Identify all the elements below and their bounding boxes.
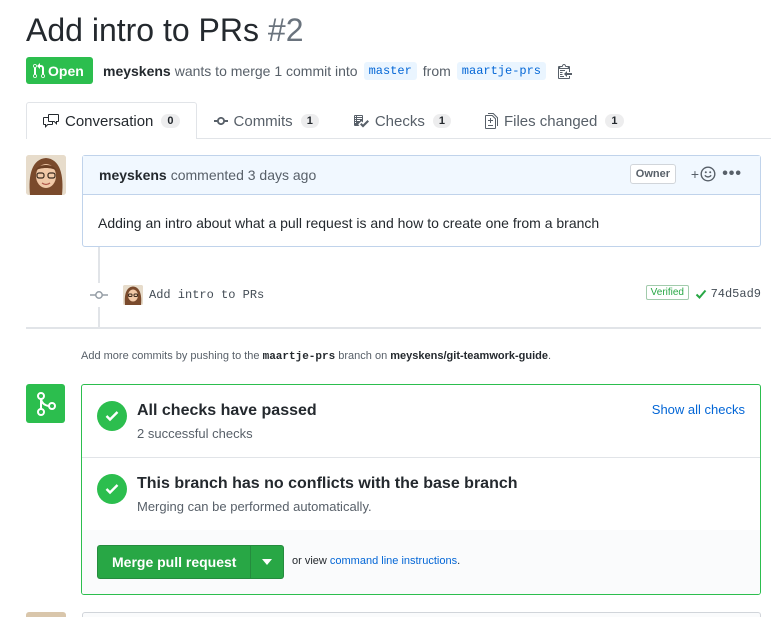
commit-message[interactable]: Add intro to PRs — [149, 288, 264, 302]
tab-label: Conversation — [65, 112, 154, 130]
check-circle-icon — [97, 401, 127, 431]
pr-title: Add intro to PRs #2 — [26, 10, 303, 50]
base-branch[interactable]: master — [363, 62, 417, 80]
hint-prefix: Add more commits by pushing to the — [81, 350, 260, 362]
commit-item: Add intro to PRs Verified 74d5ad9 — [90, 283, 761, 307]
pr-author-link[interactable]: meyskens — [103, 63, 171, 79]
tab-files-changed[interactable]: Files changed 1 — [468, 102, 641, 139]
comment: meyskens commented 3 days ago Owner + ••… — [82, 155, 761, 247]
checks-title: All checks have passed — [137, 402, 317, 419]
tab-checks[interactable]: Checks 1 — [336, 102, 468, 139]
file-diff-icon — [484, 113, 498, 129]
merge-pull-request-button[interactable]: Merge pull request — [98, 546, 252, 578]
head-branch[interactable]: maartje-prs — [456, 62, 547, 80]
clipboard-icon[interactable] — [558, 63, 573, 79]
merge-footer: Merge pull request or view command line … — [82, 530, 760, 594]
caret-down-icon — [262, 559, 273, 565]
timeline-line — [98, 307, 100, 327]
verified-badge[interactable]: Verified — [645, 285, 689, 300]
pr-number: #2 — [267, 12, 304, 48]
merge-button-group: Merge pull request — [97, 545, 285, 579]
checklist-icon — [353, 113, 369, 129]
avatar[interactable] — [26, 155, 66, 195]
tab-label: Commits — [233, 112, 293, 130]
pr-summary: wants to merge 1 commit into — [174, 63, 358, 79]
comment-author[interactable]: meyskens — [99, 167, 167, 183]
or-view-suffix: . — [457, 555, 461, 567]
merge-box: All checks have passed 2 successful chec… — [81, 384, 761, 595]
or-view-text: or view command line instructions. — [292, 555, 460, 567]
comment-timestamp[interactable]: commented 3 days ago — [171, 167, 317, 183]
commit-icon — [213, 113, 228, 129]
tab-counter: 1 — [432, 114, 451, 128]
hint-suffix: . — [548, 350, 552, 362]
timeline-line — [98, 247, 100, 283]
command-line-instructions-link[interactable]: command line instructions — [330, 555, 457, 567]
pr-tabs: Conversation 0 Commits 1 Checks 1 Files … — [26, 102, 641, 139]
tab-commits[interactable]: Commits 1 — [197, 102, 336, 139]
state-label: Open — [48, 62, 84, 79]
conflicts-title: This branch has no conflicts with the ba… — [137, 475, 518, 492]
comment-box — [82, 612, 761, 617]
state-badge: Open — [26, 57, 93, 84]
pr-title-text: Add intro to PRs — [26, 12, 259, 48]
check-icon — [695, 288, 707, 300]
commit-node-icon — [90, 289, 108, 301]
merge-method-dropdown[interactable] — [251, 546, 283, 578]
avatar[interactable] — [26, 612, 66, 617]
tab-counter: 1 — [605, 114, 624, 128]
conflicts-subtitle: Merging can be performed automatically. — [137, 499, 372, 514]
kebab-menu-icon[interactable]: ••• — [722, 165, 742, 183]
tab-label: Files changed — [503, 112, 598, 130]
push-hint: Add more commits by pushing to the maart… — [81, 350, 551, 363]
from-label: from — [422, 63, 451, 79]
or-view-label: or view — [292, 555, 327, 567]
hint-repo: meyskens/git-teamwork-guide — [390, 350, 548, 362]
pr-meta: meyskens wants to merge 1 commit into ma… — [103, 60, 573, 82]
tab-counter: 0 — [161, 114, 180, 128]
conflicts-status: This branch has no conflicts with the ba… — [82, 458, 760, 531]
smiley-icon — [700, 166, 716, 182]
hint-middle: branch on — [338, 350, 388, 362]
tab-label: Checks — [374, 112, 425, 130]
react-plus: + — [690, 166, 699, 182]
comment-body: Adding an intro about what a pull reques… — [98, 215, 600, 231]
checks-subtitle: 2 successful checks — [137, 426, 253, 441]
owner-badge: Owner — [629, 164, 676, 184]
tab-conversation[interactable]: Conversation 0 — [26, 102, 197, 139]
git-pull-request-icon — [33, 62, 45, 79]
git-merge-icon — [26, 384, 65, 423]
tab-counter: 1 — [300, 114, 319, 128]
comment-icon — [43, 113, 59, 129]
commit-sha-group: 74d5ad9 — [695, 287, 761, 301]
commit-author-avatar[interactable] — [123, 285, 143, 305]
show-all-checks-link[interactable]: Show all checks — [652, 402, 745, 417]
checks-status: All checks have passed 2 successful chec… — [82, 385, 760, 458]
commit-sha[interactable]: 74d5ad9 — [711, 287, 761, 301]
add-reaction-button[interactable]: + — [691, 166, 716, 182]
check-circle-icon — [97, 474, 127, 504]
timeline-divider — [26, 327, 761, 329]
hint-branch: maartje-prs — [262, 351, 336, 363]
